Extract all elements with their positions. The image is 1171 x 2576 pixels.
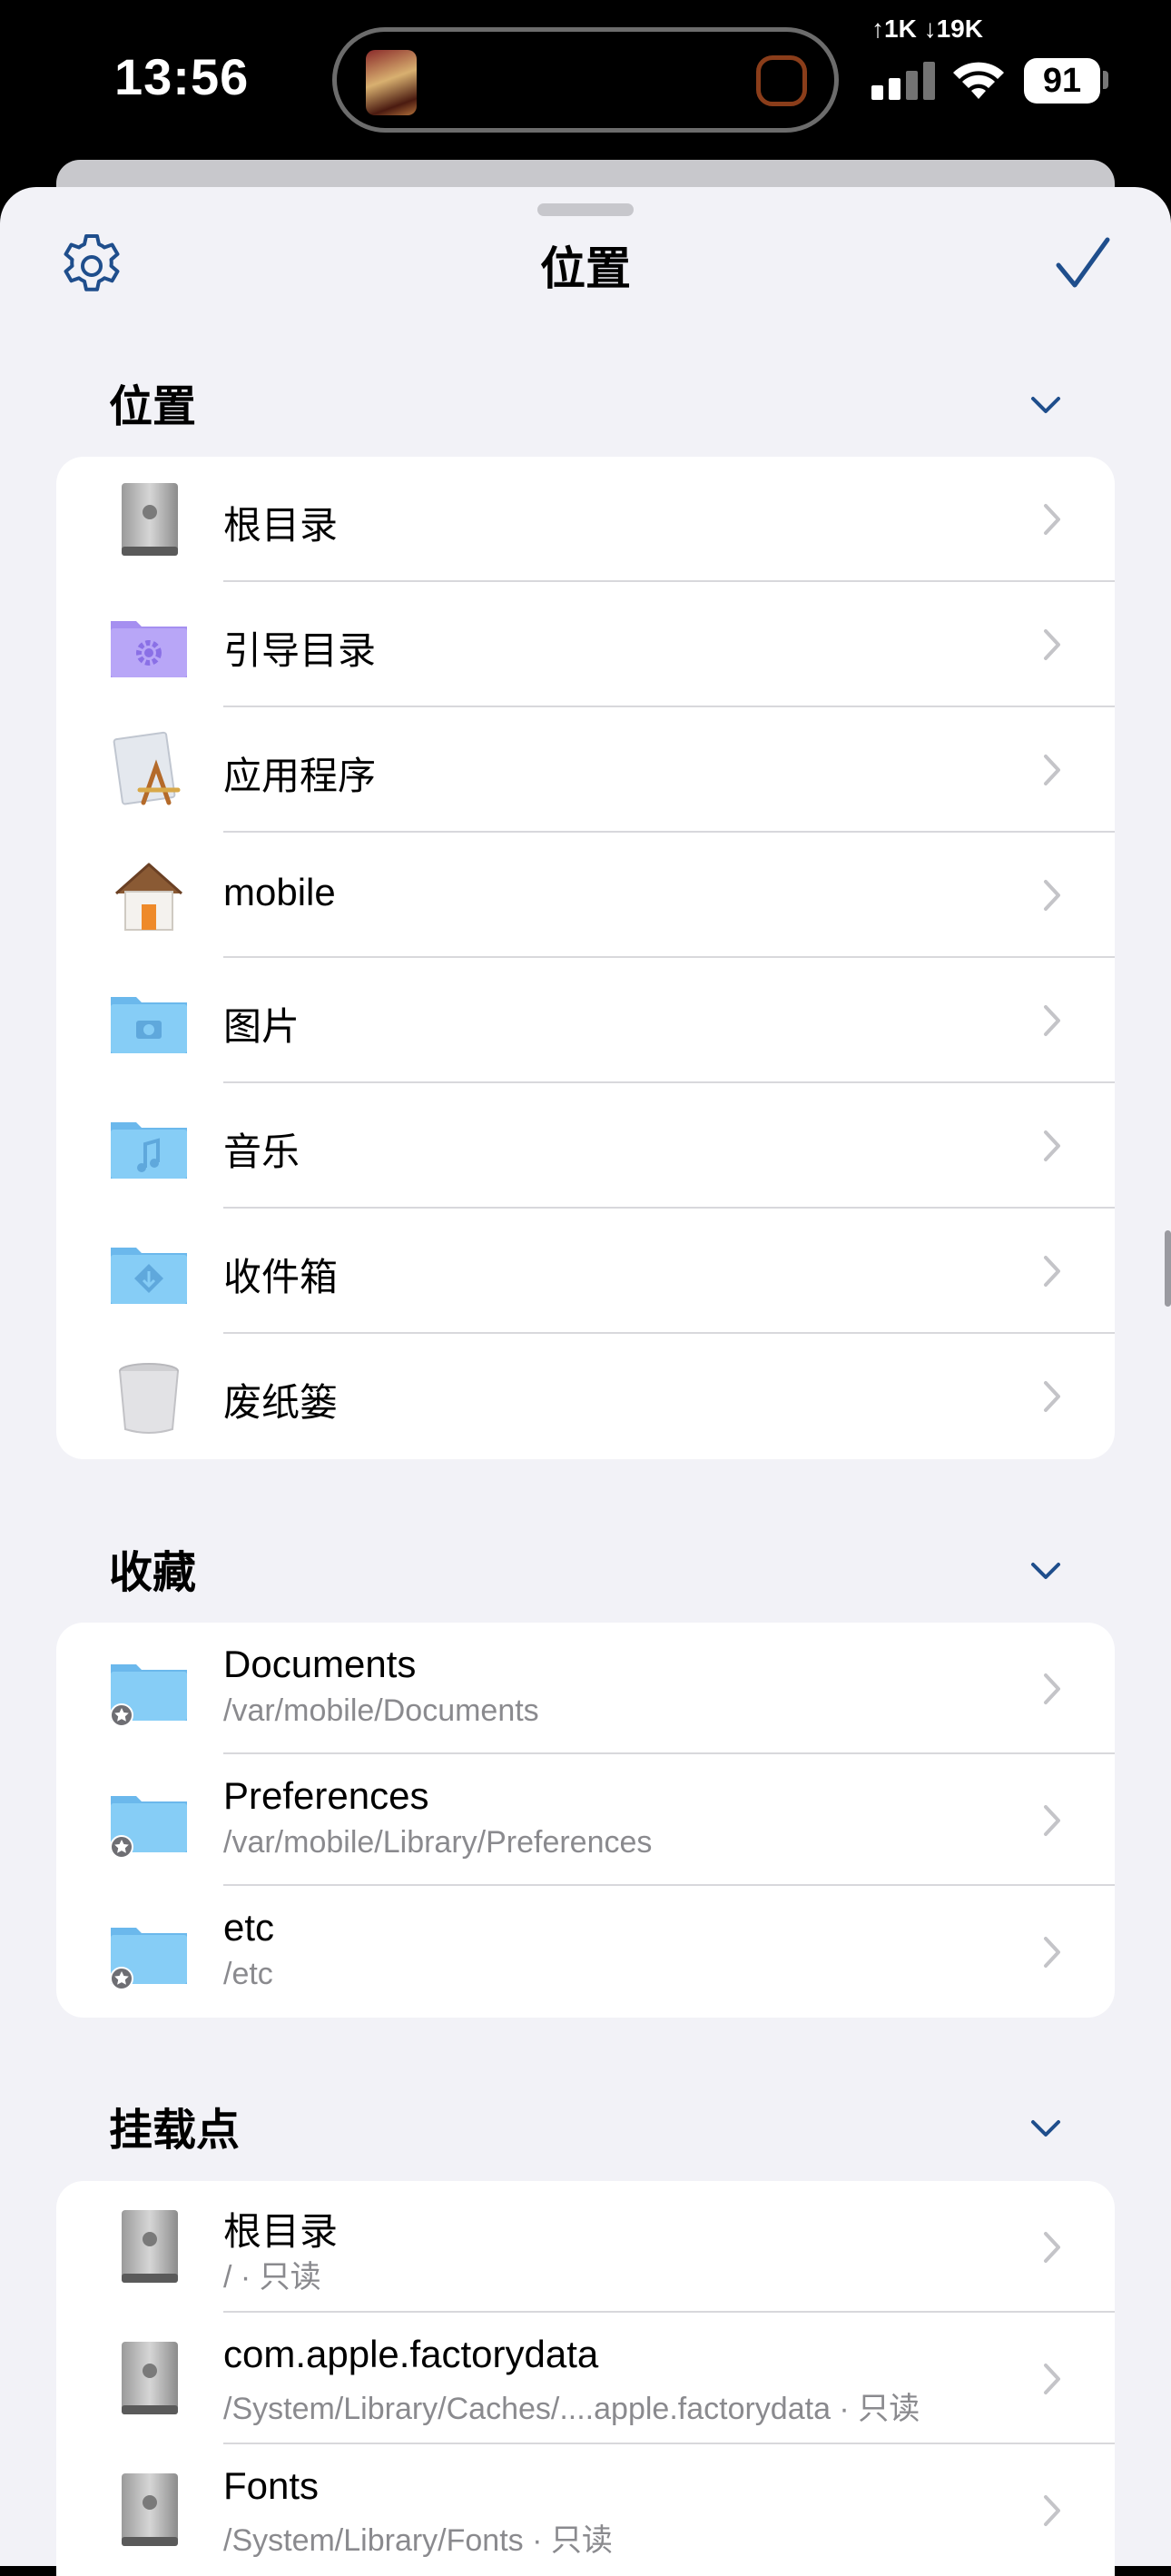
chevron-right-icon <box>1044 755 1060 785</box>
list-item-music[interactable]: 音乐 <box>56 1083 1115 1209</box>
scroll-indicator[interactable] <box>1165 1230 1171 1307</box>
drive-icon <box>122 483 178 556</box>
chevron-right-icon <box>1044 1130 1060 1161</box>
favorite-folder-icon <box>110 1796 187 1859</box>
list-item-mobile[interactable]: mobile <box>56 833 1115 958</box>
item-label: 根目录 <box>223 504 339 547</box>
item-label: 根目录 <box>223 2210 339 2253</box>
list-item-trash[interactable]: 废纸篓 <box>56 1334 1115 1459</box>
favorites-list: Documents /var/mobile/Documents Preferen… <box>56 1623 1115 2018</box>
section-header-favorites: 收藏 <box>109 1549 197 1597</box>
cellular-signal-icon <box>871 62 935 100</box>
list-item-root[interactable]: 根目录 <box>56 457 1115 582</box>
favorite-folder-icon <box>110 1664 187 1727</box>
chevron-right-icon <box>1044 1256 1060 1287</box>
chevron-right-icon <box>1044 1381 1060 1412</box>
item-label: 图片 <box>223 1005 300 1048</box>
chevron-right-icon <box>1044 2231 1060 2263</box>
item-label: 废纸篓 <box>223 1381 339 1424</box>
chevron-right-icon <box>1044 629 1060 660</box>
mounts-list: 根目录 / · 只读 com.apple.factorydata /System… <box>56 2181 1115 2576</box>
list-item-applications[interactable]: 应用程序 <box>56 707 1115 833</box>
now-playing-artwork <box>366 50 417 115</box>
list-item-pictures[interactable]: 图片 <box>56 958 1115 1083</box>
item-path: /var/mobile/Library/Preferences <box>223 1825 653 1860</box>
list-item-favorite[interactable]: Preferences /var/mobile/Library/Preferen… <box>56 1754 1115 1886</box>
activity-indicator-icon <box>756 55 807 106</box>
list-item-mount[interactable]: com.apple.factorydata /System/Library/Ca… <box>56 2313 1115 2444</box>
wifi-icon <box>953 62 1004 99</box>
home-icon <box>115 863 182 931</box>
checkmark-icon[interactable] <box>1053 234 1113 294</box>
chevron-right-icon <box>1044 504 1060 535</box>
sheet-grabber[interactable] <box>537 203 634 216</box>
chevron-down-icon[interactable] <box>1028 392 1064 418</box>
item-label: 应用程序 <box>223 755 377 797</box>
list-item-mount[interactable]: Fonts /System/Library/Fonts · 只读 <box>56 2444 1115 2576</box>
chevron-down-icon[interactable] <box>1028 1558 1064 1584</box>
list-item-boot[interactable]: 引导目录 <box>56 582 1115 707</box>
item-path: /var/mobile/Documents <box>223 1693 539 1728</box>
locations-sheet: 位置 位置 根目录 引导目录 应用程序 mobile 图片 音乐 收件箱 废纸篓… <box>0 187 1171 2576</box>
list-item-favorite[interactable]: etc /etc <box>56 1886 1115 2018</box>
section-header-locations: 位置 <box>109 383 197 431</box>
item-label: Preferences <box>223 1774 429 1817</box>
item-label: 引导目录 <box>223 629 377 672</box>
chevron-right-icon <box>1044 1005 1060 1036</box>
item-label: 音乐 <box>223 1130 300 1173</box>
chevron-right-icon <box>1044 1673 1060 1704</box>
battery-tip <box>1103 71 1108 89</box>
item-label: Fonts <box>223 2464 320 2507</box>
chevron-right-icon <box>1044 1936 1060 1968</box>
trash-icon <box>119 1363 179 1434</box>
item-label: 收件箱 <box>223 1256 339 1298</box>
list-item-inbox[interactable]: 收件箱 <box>56 1209 1115 1334</box>
item-label: Documents <box>223 1643 417 1685</box>
chevron-down-icon[interactable] <box>1028 2116 1064 2141</box>
drive-icon <box>122 2210 178 2283</box>
list-item-favorite[interactable]: Documents /var/mobile/Documents <box>56 1623 1115 1754</box>
item-path: / · 只读 <box>223 2260 321 2295</box>
status-bar: 13:56 ↑1K ↓19K 91 <box>0 0 1171 163</box>
drive-icon <box>122 2342 178 2414</box>
music-folder-icon <box>111 1122 187 1179</box>
chevron-right-icon <box>1044 1804 1060 1836</box>
favorite-folder-icon <box>110 1928 187 1990</box>
network-speed: ↑1K ↓19K <box>871 15 983 43</box>
applications-icon <box>113 731 181 805</box>
drive-icon <box>122 2473 178 2546</box>
item-path: /System/Library/Caches/....apple.factory… <box>223 2392 920 2426</box>
chevron-right-icon <box>1044 2363 1060 2394</box>
item-path: /etc <box>223 1957 273 1991</box>
item-label: mobile <box>223 871 336 913</box>
locations-list: 根目录 引导目录 应用程序 mobile 图片 音乐 收件箱 废纸篓 <box>56 457 1115 1459</box>
pictures-folder-icon <box>111 997 187 1053</box>
section-header-mounts: 挂载点 <box>109 2107 241 2155</box>
status-time: 13:56 <box>114 48 250 105</box>
purple-gear-folder-icon <box>111 621 187 677</box>
chevron-right-icon <box>1044 880 1060 911</box>
inbox-folder-icon <box>111 1248 187 1304</box>
item-label: etc <box>223 1906 275 1949</box>
battery-indicator: 91 <box>1024 58 1100 104</box>
sheet-title: 位置 <box>540 243 631 294</box>
item-path: /System/Library/Fonts · 只读 <box>223 2523 613 2558</box>
chevron-right-icon <box>1044 2494 1060 2526</box>
list-item-mount[interactable]: 根目录 / · 只读 <box>56 2181 1115 2313</box>
dynamic-island[interactable] <box>332 27 839 133</box>
item-label: com.apple.factorydata <box>223 2333 599 2375</box>
